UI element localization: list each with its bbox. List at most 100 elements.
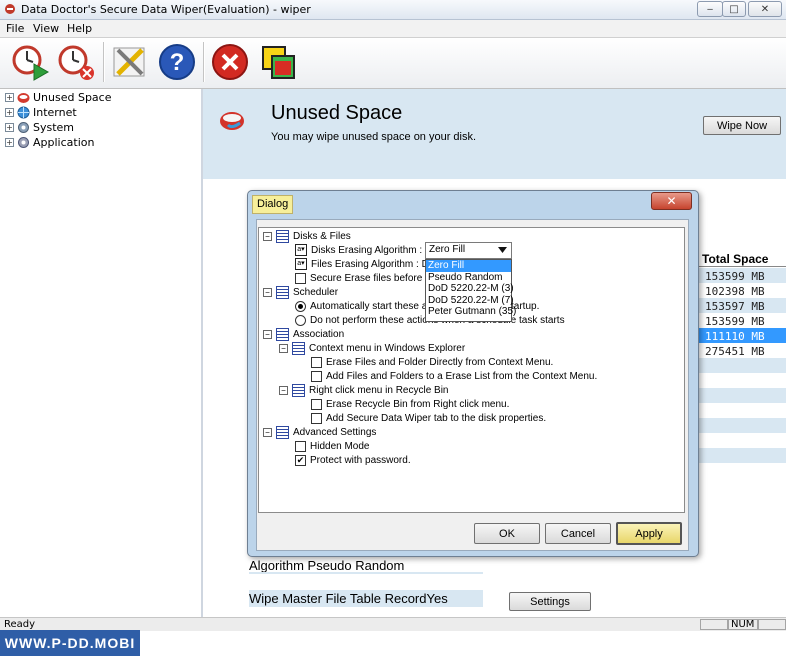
tree-item-system[interactable]: + System [5, 119, 74, 135]
erase-direct-option[interactable]: Erase Files and Folder Directly from Con… [311, 355, 553, 369]
menu-bar: File View Help [0, 20, 786, 38]
label-underline [249, 572, 483, 574]
apply-button[interactable]: Apply [616, 522, 682, 545]
title-bar: Data Doctor's Secure Data Wiper(Evaluati… [0, 0, 786, 20]
minimize-button[interactable]: ‒ [697, 1, 723, 17]
checkbox[interactable] [311, 356, 322, 368]
tree-item-internet[interactable]: + Internet [5, 104, 77, 120]
node-disks-files[interactable]: − Disks & Files [263, 229, 351, 243]
collapse-icon[interactable]: − [263, 287, 272, 297]
add-erase-list-option[interactable]: Add Files and Folders to a Erase List fr… [311, 369, 597, 383]
dropdown-option[interactable]: Pseudo Random [426, 272, 511, 284]
tree-item-label: System [33, 120, 75, 134]
algorithm-icon: a▾ [295, 258, 307, 270]
total-space-cell-selected[interactable]: 111110 MB [705, 330, 765, 343]
num-lock-indicator: NUM [728, 619, 758, 630]
column-header-total-space: Total Space [702, 252, 769, 266]
total-space-cell: 275451 MB [705, 345, 765, 358]
checkbox[interactable] [311, 370, 322, 382]
checkbox[interactable] [295, 272, 306, 284]
hidden-mode-option[interactable]: Hidden Mode [295, 439, 369, 453]
status-text: Ready [4, 619, 36, 630]
maximize-button[interactable]: □ [722, 1, 746, 17]
toolbar-separator [203, 42, 205, 82]
dropdown-option-selected[interactable]: Zero Fill [426, 260, 511, 272]
dialog-close-button[interactable]: ✕ [651, 192, 692, 210]
algorithm-dropdown[interactable]: Zero Fill [425, 242, 512, 259]
disk-icon [17, 92, 30, 103]
gear-icon [18, 136, 29, 148]
checkbox[interactable] [311, 412, 322, 424]
node-scheduler[interactable]: − Scheduler [263, 285, 338, 299]
total-space-cell: 102398 MB [705, 285, 765, 298]
toolbar: ? [0, 38, 786, 89]
option-label: Hidden Mode [310, 440, 370, 452]
cancel-button[interactable]: Cancel [545, 523, 611, 544]
expand-icon[interactable]: + [5, 92, 14, 102]
secure-erase-option[interactable]: Secure Erase files before d [295, 271, 431, 285]
algorithm-icon: a▾ [295, 244, 307, 256]
svg-text:?: ? [170, 49, 185, 76]
status-cell [700, 619, 728, 630]
header-divider [698, 266, 786, 267]
collapse-icon[interactable]: − [263, 231, 272, 241]
checkbox[interactable] [295, 440, 306, 452]
help-button[interactable]: ? [155, 40, 199, 84]
add-tab-option[interactable]: Add Secure Data Wiper tab to the disk pr… [311, 411, 546, 425]
protect-password-option[interactable]: ✔ Protect with password. [295, 453, 411, 467]
menu-help[interactable]: Help [67, 22, 92, 35]
dropdown-option[interactable]: DoD 5220.22-M (7) [426, 295, 514, 307]
radio-button[interactable] [295, 300, 306, 312]
list-icon [292, 341, 305, 355]
row-stripe [698, 448, 786, 463]
schedule-start-button[interactable] [8, 40, 52, 84]
chevron-down-icon[interactable] [498, 247, 507, 253]
checkbox[interactable] [311, 398, 322, 410]
total-space-cell: 153599 MB [705, 315, 765, 328]
settings-button[interactable] [108, 40, 152, 84]
auto-start-option[interactable]: Automatically start these a [295, 299, 427, 313]
schedule-stop-button[interactable] [54, 40, 98, 84]
node-context-menu[interactable]: − Context menu in Windows Explorer [279, 341, 465, 355]
list-icon [276, 285, 289, 299]
dropdown-option[interactable]: DoD 5220.22-M (3) [426, 283, 514, 295]
close-button[interactable]: ✕ [748, 1, 782, 17]
dialog-title: Dialog [252, 195, 294, 214]
tree-item-application[interactable]: + Application [5, 134, 94, 150]
window-title: Data Doctor's Secure Data Wiper(Evaluati… [21, 3, 311, 16]
exit-button[interactable] [208, 40, 252, 84]
dropdown-option[interactable]: Peter Gutmann (35) [426, 306, 516, 318]
total-space-cell: 153599 MB [705, 270, 765, 283]
node-association[interactable]: − Association [263, 327, 344, 341]
page-description: You may wipe unused space on your disk. [271, 131, 477, 143]
status-bar: Ready NUM [0, 617, 786, 631]
erase-recycle-option[interactable]: Erase Recycle Bin from Right click menu. [311, 397, 509, 411]
collapse-icon[interactable]: − [263, 329, 272, 339]
collapse-icon[interactable]: − [263, 427, 272, 437]
node-advanced[interactable]: − Advanced Settings [263, 425, 376, 439]
list-icon [292, 383, 305, 397]
tree-item-label: Application [33, 135, 95, 149]
collapse-icon[interactable]: − [279, 343, 288, 353]
expand-icon[interactable]: + [5, 137, 14, 147]
radio-button[interactable] [295, 314, 306, 326]
node-label: Association [293, 328, 345, 340]
menu-view[interactable]: View [33, 22, 59, 35]
checkbox-checked[interactable]: ✔ [295, 454, 306, 466]
node-recycle-menu[interactable]: − Right click menu in Recycle Bin [279, 383, 449, 397]
row-stripe [698, 388, 786, 403]
row-stripe [698, 358, 786, 373]
option-label: Files Erasing Algorithm : D [311, 258, 429, 270]
wipe-now-button[interactable]: Wipe Now [703, 116, 781, 135]
about-button[interactable] [256, 40, 300, 84]
tree-item-label: Internet [33, 105, 77, 119]
ok-button[interactable]: OK [474, 523, 540, 544]
expand-icon[interactable]: + [5, 107, 14, 117]
globe-icon [17, 106, 30, 118]
files-algorithm-row: a▾ Files Erasing Algorithm : D [295, 257, 429, 271]
settings-button[interactable]: Settings [509, 592, 591, 611]
expand-icon[interactable]: + [5, 122, 14, 132]
menu-file[interactable]: File [6, 22, 24, 35]
collapse-icon[interactable]: − [279, 385, 288, 395]
tree-item-unused-space[interactable]: + Unused Space [5, 89, 112, 105]
